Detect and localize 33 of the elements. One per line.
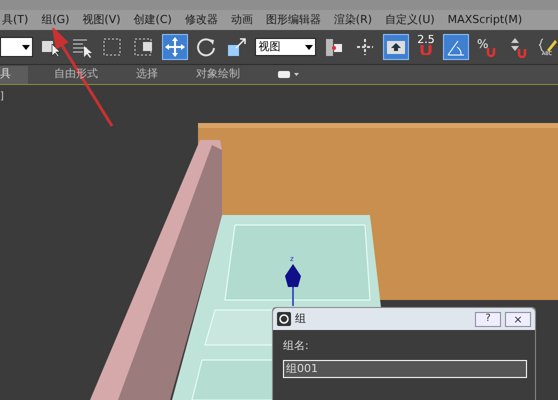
snap-toggle[interactable]: 2.5 bbox=[414, 34, 438, 60]
menu-item[interactable]: 自定义(U) bbox=[385, 12, 435, 28]
ribbon-tab[interactable]: 具 bbox=[0, 66, 28, 84]
menu-item[interactable]: 创建(C) bbox=[134, 12, 172, 28]
menu-item[interactable]: 渲染(R) bbox=[334, 12, 372, 28]
coordinate-dropdown[interactable]: 视图 bbox=[255, 38, 316, 56]
menu-item[interactable]: MAXScript(M) bbox=[448, 12, 522, 28]
help-button[interactable]: ? bbox=[475, 312, 501, 326]
ribbon-menu-icon[interactable] bbox=[278, 70, 300, 78]
ribbon-tab[interactable]: 选择 bbox=[136, 66, 158, 84]
ribbon-tab[interactable]: 对象绘制 bbox=[196, 66, 240, 84]
caret-icon bbox=[305, 44, 313, 50]
menu-item[interactable]: 具(T) bbox=[2, 12, 28, 28]
menu-item[interactable]: 视图(V) bbox=[82, 12, 121, 28]
viewport-label[interactable]: ] bbox=[0, 89, 4, 104]
move-gizmo bbox=[285, 264, 301, 306]
selection-dropdown[interactable] bbox=[0, 37, 34, 57]
app-icon bbox=[277, 312, 291, 326]
move-icon[interactable] bbox=[162, 34, 188, 60]
caret-icon bbox=[22, 44, 30, 50]
close-button[interactable]: × bbox=[505, 312, 531, 326]
pencil-icon bbox=[537, 38, 557, 52]
menu-item[interactable]: 组(G) bbox=[41, 12, 70, 28]
angle-snap-icon[interactable] bbox=[443, 34, 469, 60]
dialog-title: 组 bbox=[295, 310, 307, 327]
menu-item[interactable]: 动画 bbox=[230, 12, 253, 28]
menu-item[interactable]: 修改器 bbox=[184, 12, 218, 28]
magnet-icon bbox=[420, 45, 432, 55]
percent-glyph: % bbox=[477, 37, 488, 51]
group-name-field[interactable]: 组001 bbox=[283, 360, 527, 378]
menu-item[interactable]: 图形编辑器 bbox=[266, 12, 321, 28]
field-label: 组名: bbox=[283, 338, 310, 354]
snap-value: 2.5 bbox=[417, 34, 435, 45]
